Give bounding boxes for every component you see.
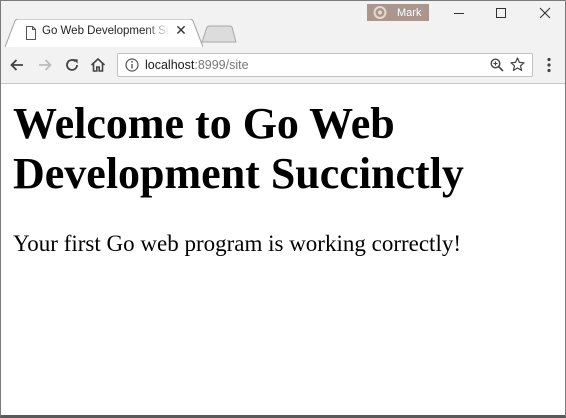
profile-icon bbox=[371, 5, 389, 20]
minimize-icon[interactable] bbox=[449, 5, 469, 21]
profile-name: Mark bbox=[397, 6, 422, 19]
browser-window: Go Web Development Succinctly ✕ Mark bbox=[0, 0, 566, 418]
address-bar[interactable]: localhost:8999/site bbox=[117, 53, 533, 77]
close-window-icon[interactable] bbox=[535, 5, 555, 21]
zoom-icon[interactable] bbox=[490, 58, 504, 72]
document-icon bbox=[25, 26, 37, 40]
url-path: :8999/site bbox=[194, 58, 249, 72]
page-content: Welcome to Go Web Development Succinctly… bbox=[1, 84, 565, 415]
tab-strip: Go Web Development Succinctly ✕ Mark bbox=[1, 1, 565, 47]
url-text[interactable]: localhost:8999/site bbox=[145, 58, 249, 72]
forward-icon[interactable] bbox=[36, 56, 54, 74]
star-icon[interactable] bbox=[510, 57, 525, 72]
maximize-icon[interactable] bbox=[491, 5, 511, 21]
browser-toolbar: localhost:8999/site bbox=[1, 47, 565, 84]
tab-title: Go Web Development Succinctly bbox=[42, 25, 170, 37]
info-icon[interactable] bbox=[125, 58, 139, 72]
new-tab-button[interactable] bbox=[201, 25, 237, 48]
profile-badge[interactable]: Mark bbox=[367, 4, 429, 21]
back-icon[interactable] bbox=[8, 56, 26, 74]
url-host: localhost bbox=[145, 58, 195, 72]
reload-icon[interactable] bbox=[63, 56, 81, 74]
page-message: Your first Go web program is working cor… bbox=[13, 231, 461, 256]
close-icon[interactable]: ✕ bbox=[174, 24, 188, 38]
active-tab[interactable]: Go Web Development Succinctly ✕ bbox=[5, 19, 203, 47]
home-icon[interactable] bbox=[89, 56, 107, 74]
menu-icon[interactable] bbox=[544, 56, 554, 74]
page-heading: Welcome to Go Web Development Succinctly bbox=[13, 99, 464, 198]
